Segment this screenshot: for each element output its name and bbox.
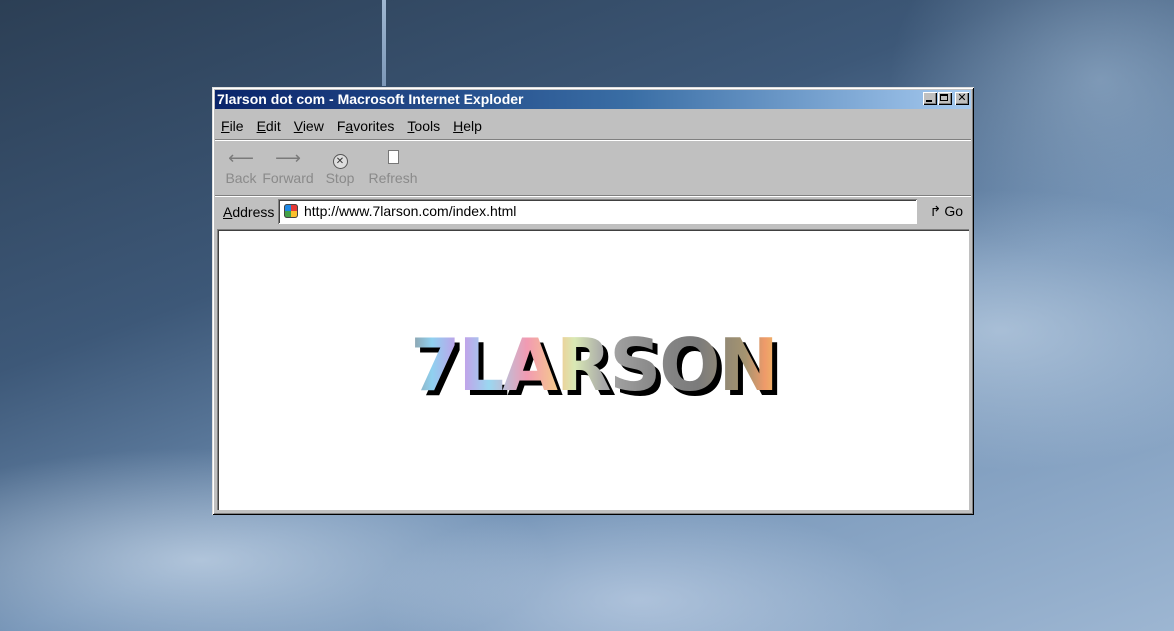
menu-help-label: elp <box>463 117 482 134</box>
logo-container: 7LARSON <box>356 325 831 415</box>
menu-file-mnemonic: F <box>221 117 230 134</box>
go-label: Go <box>944 203 963 219</box>
menu-edit[interactable]: Edit <box>257 118 281 134</box>
navigation-toolbar: ⟵ Back ⟶ Forward ✕ Stop Refresh <box>215 143 971 196</box>
stop-label: Stop <box>325 170 355 186</box>
menu-help-mnemonic: H <box>453 117 464 134</box>
menu-tools[interactable]: Tools <box>407 118 440 134</box>
address-label: Address <box>223 204 274 220</box>
browser-window: 7larson dot com - Macrosoft Internet Exp… <box>212 87 974 515</box>
menu-help[interactable]: Help <box>453 118 482 134</box>
menu-tools-label: ools <box>414 117 441 134</box>
page-content: 7LARSON <box>217 229 969 510</box>
forward-button[interactable]: ⟶ Forward <box>262 147 314 187</box>
window-title: 7larson dot com - Macrosoft Internet Exp… <box>217 91 524 107</box>
stop-icon-wrap: ✕ <box>323 147 357 169</box>
menu-edit-label: dit <box>265 117 281 134</box>
maximize-button[interactable] <box>938 92 952 105</box>
menu-view[interactable]: View <box>294 118 324 134</box>
minimize-icon <box>926 100 932 102</box>
title-bar[interactable]: 7larson dot com - Macrosoft Internet Exp… <box>215 90 971 109</box>
menu-bar: File Edit View Favorites Tools Help <box>215 112 971 140</box>
address-label-mnemonic: A <box>223 204 233 220</box>
close-button[interactable]: ✕ <box>955 91 969 105</box>
address-bar: Address http://www.7larson.com/index.htm… <box>215 197 971 227</box>
menu-favorites[interactable]: Favorites <box>337 118 395 134</box>
minimize-button[interactable] <box>923 92 937 105</box>
stop-button[interactable]: ✕ Stop <box>323 147 357 187</box>
go-arrow-icon: ↱ <box>929 203 942 219</box>
maximize-icon <box>940 94 948 101</box>
menu-favorites-label: vorites <box>353 117 395 134</box>
refresh-icon <box>387 150 399 164</box>
page-favicon-icon <box>284 204 298 218</box>
forward-arrow-icon: ⟶ <box>275 148 301 168</box>
back-button[interactable]: ⟵ Back <box>223 147 259 187</box>
back-arrow-icon: ⟵ <box>228 148 254 168</box>
menu-view-mnemonic: V <box>293 117 303 134</box>
refresh-button[interactable]: Refresh <box>368 147 418 187</box>
go-button[interactable]: ↱ Go <box>930 203 963 220</box>
address-url: http://www.7larson.com/index.html <box>304 203 517 219</box>
menu-file-label: ile <box>229 117 244 134</box>
site-logo: 7LARSON <box>356 325 831 405</box>
window-controls: ✕ <box>922 91 969 105</box>
desktop-wallpaper-line <box>382 0 386 86</box>
menu-view-label: iew <box>302 117 324 134</box>
address-label-text: ddress <box>232 204 275 220</box>
refresh-icon-wrap <box>368 147 418 169</box>
address-input[interactable]: http://www.7larson.com/index.html <box>278 199 917 224</box>
back-label: Back <box>225 170 257 186</box>
stop-icon: ✕ <box>332 154 348 169</box>
forward-label: Forward <box>262 170 314 186</box>
menu-edit-mnemonic: E <box>256 117 266 134</box>
refresh-label: Refresh <box>368 170 418 186</box>
menu-file[interactable]: File <box>221 118 244 134</box>
close-icon: ✕ <box>957 91 967 104</box>
